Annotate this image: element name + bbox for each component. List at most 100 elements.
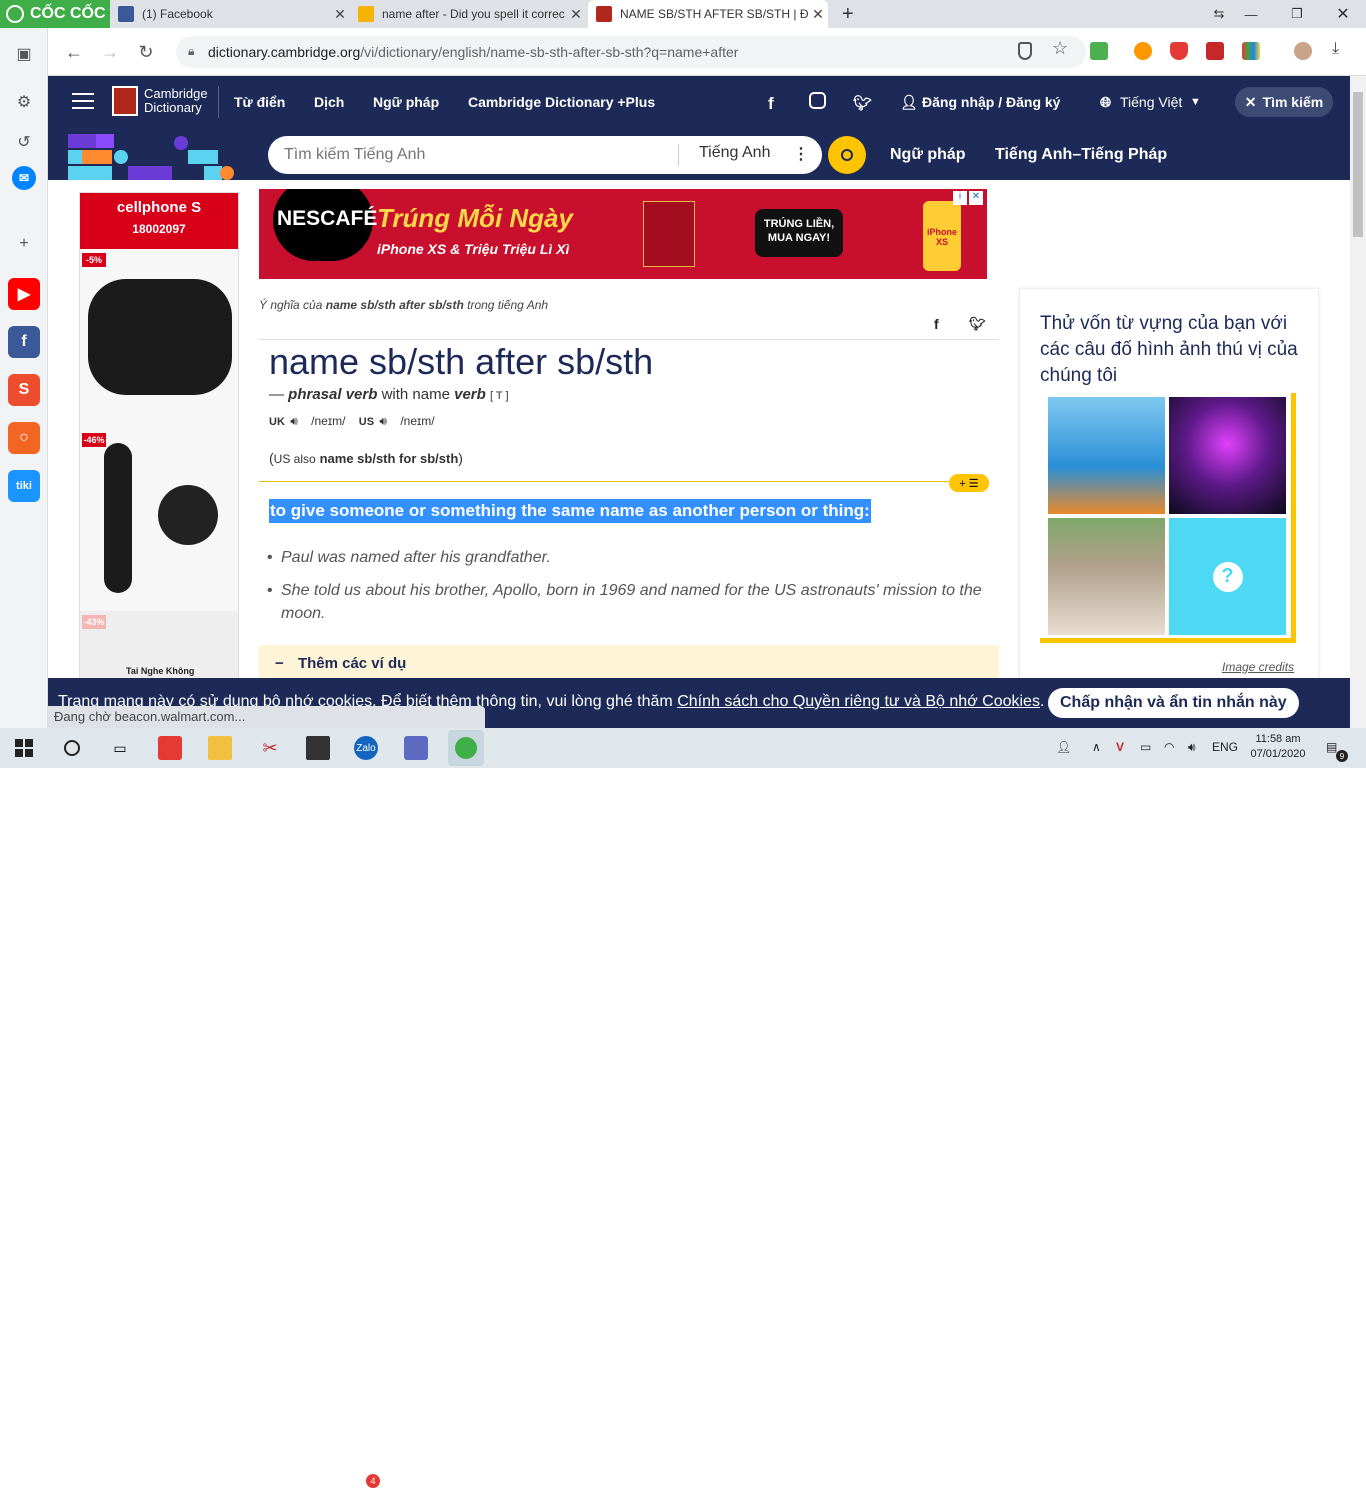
forward-arrow-icon[interactable]: → [96, 38, 124, 66]
close-icon[interactable]: ✕ [808, 6, 828, 23]
uk-audio-icon[interactable]: 🔊︎ [290, 414, 298, 428]
sticky-notes-icon[interactable] [306, 736, 330, 760]
quiz-title: Thử vốn từ vựng của bạn với các câu đố h… [1040, 313, 1298, 386]
ad-close-icon[interactable]: ✕ [969, 191, 983, 205]
cambridge-logo[interactable]: Cambridge Dictionary [112, 86, 208, 116]
maximize-button[interactable]: ❐ [1274, 0, 1320, 28]
close-icon[interactable]: ✕ [330, 6, 350, 23]
mystery-tile[interactable]: ? [1169, 518, 1286, 635]
youtube-icon[interactable]: ▶ [8, 278, 40, 310]
language-select[interactable]: Tiếng Việt [1120, 94, 1182, 110]
download-icon[interactable]: ⤓ [1332, 40, 1339, 58]
action-center-icon[interactable]: ▤ [1326, 740, 1337, 754]
search-icon [841, 149, 853, 161]
profile-avatar[interactable] [1294, 42, 1312, 60]
facebook-icon[interactable]: f [768, 94, 774, 114]
pronunciation-row: UK 🔊︎ /neɪm/ US 🔊︎ /neɪm/ [269, 414, 435, 429]
volume-icon[interactable]: 🔊︎ [1188, 740, 1196, 755]
browser-sidebar: ▣ ⚙ ↺ ✉ + ▶ f S ○ tiki [0, 28, 48, 728]
coccoc-brand[interactable]: CỐC CỐC [0, 0, 110, 28]
window-close-button[interactable]: ✕ [1320, 0, 1366, 28]
url-input[interactable]: 🔒︎ dictionary.cambridge.org/vi/dictionar… [176, 36, 1086, 68]
reload-icon[interactable]: ↻ [132, 38, 160, 66]
waterslide-image[interactable] [1048, 397, 1165, 514]
search-app-icon[interactable]: ○ [8, 422, 40, 454]
pdf-ext-icon[interactable] [1206, 42, 1224, 60]
cookie-policy-link[interactable]: Chính sách cho Quyền riêng tư và Bộ nhớ … [677, 693, 1040, 710]
download-ext-icon[interactable] [1090, 42, 1108, 60]
ferris-wheel-image[interactable] [1169, 397, 1286, 514]
nav-grammar[interactable]: Ngữ pháp [373, 94, 439, 110]
bookmark-star-icon[interactable]: ☆ [1052, 38, 1068, 59]
system-clock[interactable]: 11:58 am 07/01/2020 [1238, 732, 1318, 762]
messenger-icon[interactable]: ✉ [12, 166, 36, 190]
twitter-icon[interactable]: 🐦︎ [853, 94, 872, 112]
palette-ext-icon[interactable] [1242, 42, 1260, 60]
adblock-icon[interactable] [1170, 42, 1188, 60]
tab-facebook[interactable]: (1) Facebook ✕ [110, 0, 350, 28]
search-circle-icon[interactable] [60, 736, 84, 760]
more-vertical-icon: ⋮ [793, 146, 809, 163]
left-advertisement[interactable]: cellphone S 18002097 -5% -46% -43% Tai N… [79, 192, 239, 728]
share-twitter-icon[interactable]: 🐦︎ [969, 316, 986, 332]
nescafe-banner-ad[interactable]: NESCAFÉ Trúng Mỗi Ngày iPhone XS & Triệu… [259, 189, 987, 279]
people-icon[interactable]: 👤︎ [1056, 740, 1071, 754]
coccoc-ext-icon[interactable] [1134, 42, 1152, 60]
us-audio-icon[interactable]: 🔊︎ [379, 414, 387, 428]
entry-caption: Ý nghĩa của name sb/sth after sb/sth tro… [259, 298, 548, 312]
shopee-icon[interactable]: S [8, 374, 40, 406]
nav-translate[interactable]: Dịch [314, 94, 344, 110]
facebook-icon[interactable]: f [8, 326, 40, 358]
tab-cambridge[interactable]: NAME SB/STH AFTER SB/STH | Địn ✕ [588, 0, 828, 28]
close-icon[interactable]: ✕ [566, 6, 586, 23]
image-credits-link[interactable]: Image credits [1222, 660, 1294, 674]
add-to-list-button[interactable]: + ☰ [949, 474, 989, 492]
minimize-button[interactable]: — [1228, 0, 1274, 28]
app-icon[interactable] [404, 736, 428, 760]
search-toggle-button[interactable]: ✕ Tìm kiếm [1235, 87, 1333, 117]
history-icon[interactable]: ↺ [14, 132, 34, 152]
user-icon[interactable]: 👤︎ [900, 94, 918, 111]
playhouse-image[interactable] [1048, 518, 1165, 635]
decor-shape [96, 134, 114, 148]
ad-info-icon[interactable]: i [953, 191, 967, 205]
search-input[interactable] [284, 146, 684, 164]
login-link[interactable]: Đăng nhập / Đăng ký [922, 94, 1060, 110]
input-language[interactable]: ENG [1212, 740, 1238, 754]
sidebar-toggle-icon[interactable]: ▣ [14, 44, 34, 64]
accept-cookies-button[interactable]: Chấp nhận và ẩn tin nhắn này [1048, 688, 1299, 718]
battery-icon[interactable]: ▭ [1140, 740, 1151, 754]
tab-spellcheck[interactable]: name after - Did you spell it correc ✕ [350, 0, 586, 28]
zalo-icon[interactable]: Zalo [354, 736, 378, 760]
add-app-icon[interactable]: + [14, 234, 34, 254]
tiki-icon[interactable]: tiki [8, 470, 40, 502]
scrollbar-thumb[interactable] [1353, 92, 1363, 237]
page-scrollbar[interactable] [1350, 76, 1366, 728]
dictionary-language-select[interactable]: Tiếng Anh ⋮ [678, 144, 822, 166]
file-explorer-icon[interactable] [208, 736, 232, 760]
new-tab-button[interactable]: + [834, 0, 862, 28]
menu-icon[interactable] [72, 93, 94, 109]
back-arrow-icon[interactable]: ← [60, 38, 88, 66]
windows-start-icon[interactable] [12, 736, 36, 760]
question-mark-icon: ? [1212, 561, 1243, 592]
coccoc-taskbar-icon[interactable] [448, 730, 484, 766]
wifi-icon[interactable]: ◠ [1164, 740, 1174, 754]
decor-shape [68, 166, 112, 180]
settings-gear-icon[interactable]: ⚙ [14, 92, 34, 112]
discount-badge: -46% [82, 433, 106, 447]
grammar-link[interactable]: Ngữ pháp [890, 146, 966, 164]
english-french-link[interactable]: Tiếng Anh–Tiếng Pháp [995, 146, 1167, 164]
snipping-tool-icon[interactable]: ✂ [258, 736, 282, 760]
shield-icon[interactable] [1018, 42, 1032, 60]
share-facebook-icon[interactable]: f [934, 316, 939, 332]
nav-dictionary[interactable]: Từ điển [234, 94, 285, 110]
chevron-up-icon[interactable]: ∧ [1092, 740, 1101, 754]
app-icon[interactable] [158, 736, 182, 760]
task-view-icon[interactable]: ▭ [108, 736, 132, 760]
search-submit-button[interactable] [828, 136, 866, 174]
nav-plus[interactable]: Cambridge Dictionary +Plus [468, 94, 655, 110]
browser-tab-strip: CỐC CỐC (1) Facebook ✕ name after - Did … [0, 0, 1366, 28]
instagram-icon[interactable] [809, 92, 826, 109]
unikey-icon[interactable]: V [1116, 740, 1124, 754]
